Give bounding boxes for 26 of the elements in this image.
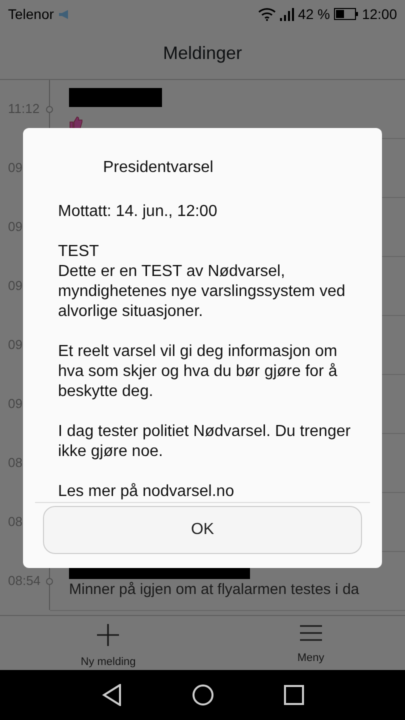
megaphone-icon <box>58 10 70 18</box>
timeline-dot <box>46 578 53 584</box>
carrier-name: Telenor <box>8 4 54 24</box>
menu-icon <box>300 624 322 642</box>
recent-apps-button[interactable] <box>284 685 304 705</box>
home-button[interactable] <box>192 684 214 706</box>
message-paragraph: Les mer på nodvarsel.no <box>58 482 236 502</box>
thumbs-up-icon <box>69 116 83 130</box>
message-paragraph: Et reelt varsel vil gi deg informasjon om hva som skjer og hva du bør gjøre for å beskytte deg. <box>58 342 338 402</box>
message-paragraph: I dag tester politiet Nødvarsel. Du trenger ikke gjøre noe. <box>58 422 352 462</box>
clock: 12:00 <box>362 4 397 24</box>
dialog-title: Presidentvarsel <box>102 158 214 178</box>
screen-title: Meldinger <box>162 42 242 65</box>
ok-button[interactable]: OK <box>43 506 362 554</box>
battery-percentage: 42 % <box>298 4 330 24</box>
message-paragraph: TEST Dette er en TEST av Nødvarsel, myndighetenes nye varslingssystem ved alvorlige situasjoner. <box>58 242 346 322</box>
message-paragraph: Mottatt: 14. jun., 12:00 <box>58 202 218 222</box>
back-button[interactable] <box>102 684 122 706</box>
new-message-button[interactable]: Ny melding <box>80 624 136 670</box>
battery-icon <box>334 8 358 20</box>
signal-icon <box>280 8 294 20</box>
menu-button[interactable]: Meny <box>297 624 324 666</box>
message-preview: Minner på igjen om at flyalarmen testes i da <box>69 581 360 599</box>
add-icon <box>97 624 120 646</box>
timeline-dot <box>46 106 53 112</box>
wifi-icon <box>258 7 276 21</box>
